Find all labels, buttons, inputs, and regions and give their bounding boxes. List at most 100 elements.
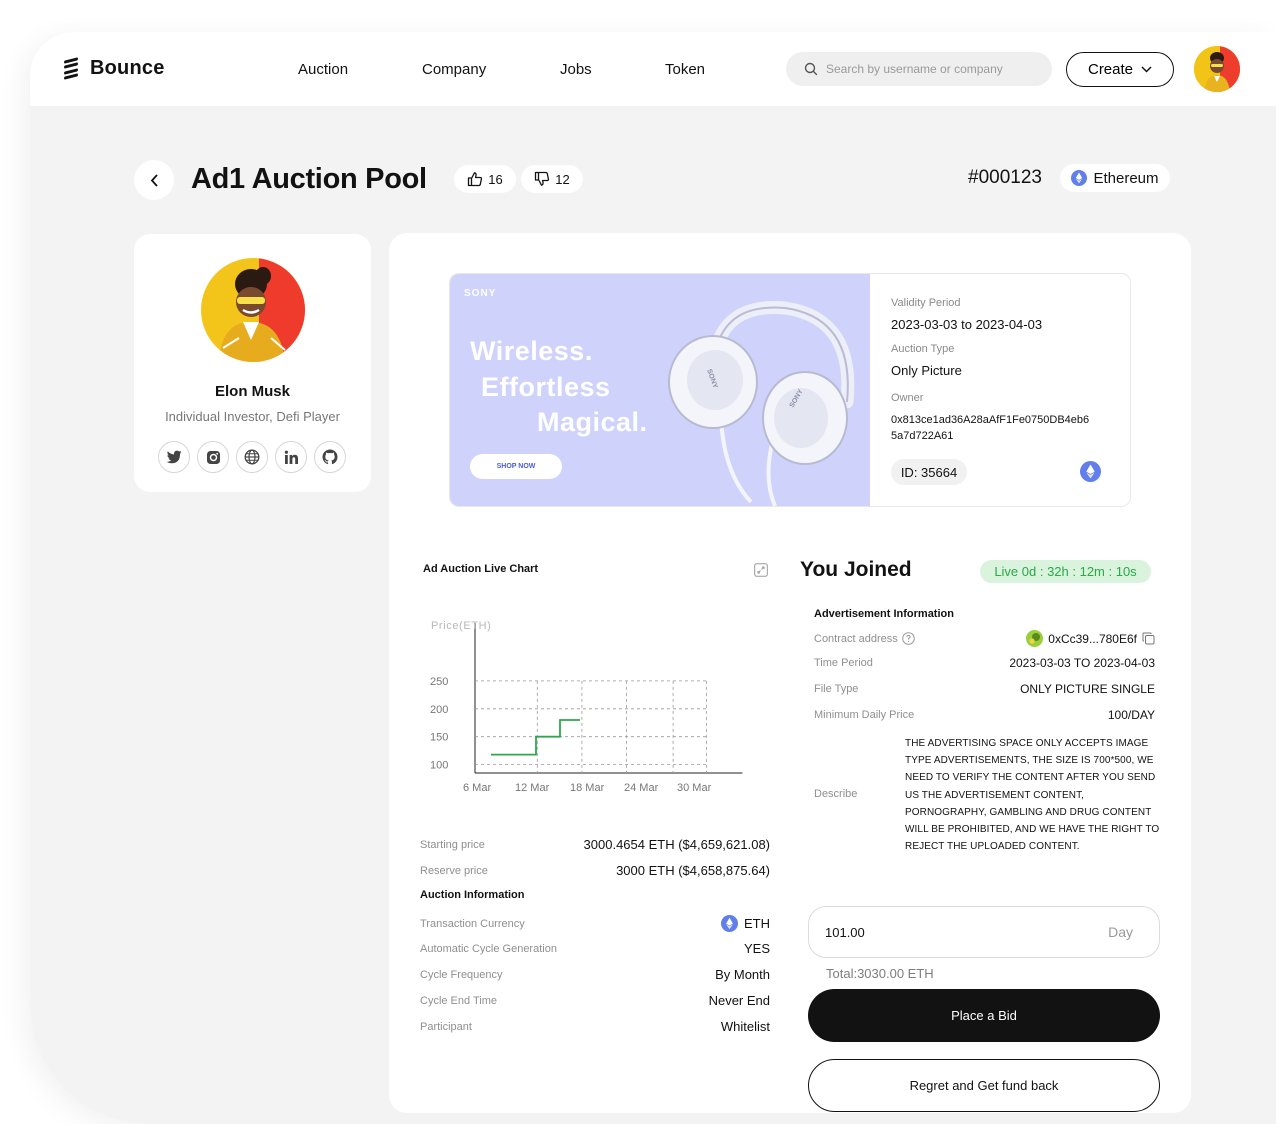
- twitter-link[interactable]: [158, 441, 190, 473]
- chain-badge: Ethereum: [1060, 164, 1170, 192]
- help-icon[interactable]: [901, 632, 915, 645]
- logo[interactable]: Bounce: [64, 56, 165, 81]
- create-label: Create: [1087, 61, 1134, 78]
- linkedin-link[interactable]: [275, 441, 307, 473]
- starting-price-row: Starting price 3000.4654 ETH ($4,659,621…: [420, 837, 770, 852]
- chart-title: Ad Auction Live Chart: [423, 563, 539, 575]
- github-link[interactable]: [314, 441, 346, 473]
- live-countdown-badge: Live 0d : 32h : 12m : 10s: [980, 560, 1151, 583]
- pool-id: #000123: [968, 167, 1042, 188]
- instagram-link[interactable]: [197, 441, 229, 473]
- y-axis-label: Price(ETH): [431, 620, 491, 632]
- headphones-icon: SONY SONY: [668, 301, 855, 506]
- page-title: Ad1 Auction Pool: [191, 163, 427, 195]
- nav-jobs[interactable]: Jobs: [560, 61, 592, 78]
- contract-address-label: Contract address: [814, 632, 898, 645]
- time-period-value: 2023-03-03 TO 2023-04-03: [1009, 656, 1155, 670]
- file-type-label: File Type: [814, 683, 859, 695]
- reserve-price-value: 3000 ETH ($4,658,875.64): [616, 863, 770, 878]
- chevron-down-icon: [1141, 66, 1152, 73]
- ad-banner-image: SONY Wireless. Effortless Magical. SHOP …: [450, 274, 870, 506]
- profile-card: Elon Musk Individual Investor, Defi Play…: [134, 234, 371, 492]
- top-nav-bar: Bounce Auction Company Jobs Token Create: [30, 32, 1276, 106]
- thumbs-up-icon: [468, 172, 483, 187]
- joined-title: You Joined: [800, 558, 912, 581]
- x-tick-label: 18 Mar: [570, 782, 605, 794]
- search-input[interactable]: [826, 62, 1036, 76]
- x-tick-label: 6 Mar: [463, 782, 491, 794]
- user-avatar[interactable]: [1194, 46, 1240, 92]
- profile-name: Elon Musk: [214, 383, 290, 400]
- currency-value: ETH: [744, 916, 770, 931]
- search-icon: [804, 62, 818, 76]
- github-icon: [322, 449, 338, 465]
- contract-address-value: 0xCc39...780E6f: [1048, 631, 1137, 646]
- nav-company[interactable]: Company: [422, 61, 486, 78]
- y-tick-label: 100: [430, 760, 448, 772]
- auction-info-row: Transaction Currency ETH: [420, 915, 770, 932]
- globe-icon: [244, 449, 260, 465]
- time-period-row: Time Period 2023-03-03 TO 2023-04-03: [814, 656, 1155, 670]
- describe-text: THE ADVERTISING SPACE ONLY ACCEPTS IMAGE…: [905, 738, 1160, 853]
- bid-unit: Day: [1108, 924, 1133, 940]
- min-price-value: 100/DAY: [1107, 708, 1155, 722]
- file-type-row: File Type ONLY PICTURE SINGLE: [814, 682, 1155, 696]
- auction-type-value: Only Picture: [891, 363, 962, 378]
- chain-name: Ethereum: [1093, 169, 1159, 187]
- back-button[interactable]: [134, 160, 174, 200]
- bid-amount-input[interactable]: [825, 924, 1025, 940]
- profile-avatar[interactable]: [201, 258, 305, 362]
- auction-info-row: Participant Whitelist: [420, 1019, 770, 1034]
- reserve-price-row: Reserve price 3000 ETH ($4,658,875.64): [420, 863, 770, 878]
- bounce-logo-icon: [64, 56, 78, 81]
- ad-headline-3: Magical.: [537, 407, 648, 437]
- thumbs-down-icon: [535, 171, 550, 186]
- participant-label: Participant: [420, 1020, 472, 1033]
- ad-headline-2: Effortless: [481, 372, 611, 402]
- auction-info-row: Cycle End Time Never End: [420, 993, 770, 1008]
- validity-value: 2023-03-03 to 2023-04-03: [891, 317, 1043, 332]
- app-window: Bounce Auction Company Jobs Token Create: [30, 32, 1276, 1124]
- place-bid-button[interactable]: Place a Bid: [808, 989, 1160, 1042]
- time-period-label: Time Period: [814, 657, 873, 669]
- validity-label: Validity Period: [891, 297, 961, 309]
- nav-token[interactable]: Token: [665, 61, 705, 78]
- regret-refund-button[interactable]: Regret and Get fund back: [808, 1059, 1160, 1112]
- ad-brand: SONY: [464, 288, 497, 299]
- cycle-end-label: Cycle End Time: [420, 994, 498, 1007]
- ethereum-icon: [1080, 461, 1101, 482]
- chevron-left-icon: [150, 173, 158, 187]
- price-series-line: [491, 719, 580, 756]
- create-button[interactable]: Create: [1066, 52, 1174, 87]
- dislike-count: 12: [555, 171, 570, 187]
- min-price-row: Minimum Daily Price 100/DAY: [814, 708, 1155, 722]
- twitter-icon: [166, 450, 182, 464]
- min-price-label: Minimum Daily Price: [814, 709, 915, 721]
- file-type-value: ONLY PICTURE SINGLE: [1020, 682, 1155, 696]
- cycle-frequency-value: By Month: [715, 967, 770, 982]
- ad-preview: SONY Wireless. Effortless Magical. SHOP …: [449, 273, 1131, 507]
- ad-headline-1: Wireless.: [470, 336, 593, 366]
- ad-shop-now-button[interactable]: SHOP NOW: [470, 454, 562, 479]
- nav-auction[interactable]: Auction: [298, 61, 348, 78]
- like-button[interactable]: 16: [454, 165, 516, 193]
- auction-info-row: Automatic Cycle Generation YES: [420, 941, 770, 956]
- y-tick-label: 150: [430, 732, 448, 744]
- cycle-generation-value: YES: [743, 941, 770, 956]
- expand-icon[interactable]: [754, 563, 768, 577]
- describe-label: Describe: [814, 788, 858, 800]
- price-chart: Price(ETH) 100 150 200 250 6 Mar 12 Mar 18 Mar 2…: [430, 620, 743, 794]
- dislike-button[interactable]: 12: [521, 165, 583, 193]
- copy-icon[interactable]: [1142, 632, 1155, 645]
- profile-role: Individual Investor, Defi Player: [165, 409, 340, 424]
- cycle-frequency-label: Cycle Frequency: [420, 968, 503, 981]
- currency-label: Transaction Currency: [420, 917, 525, 930]
- auction-info-row: Cycle Frequency By Month: [420, 967, 770, 982]
- reserve-price-label: Reserve price: [420, 864, 488, 877]
- cycle-end-value: Never End: [708, 993, 770, 1008]
- starting-price-value: 3000.4654 ETH ($4,659,621.08): [583, 837, 770, 852]
- ad-details: Validity Period 2023-03-03 to 2023-04-03…: [870, 274, 1130, 506]
- auction-info-title: Auction Information: [420, 889, 525, 901]
- website-link[interactable]: [236, 441, 268, 473]
- auction-type-label: Auction Type: [891, 343, 955, 355]
